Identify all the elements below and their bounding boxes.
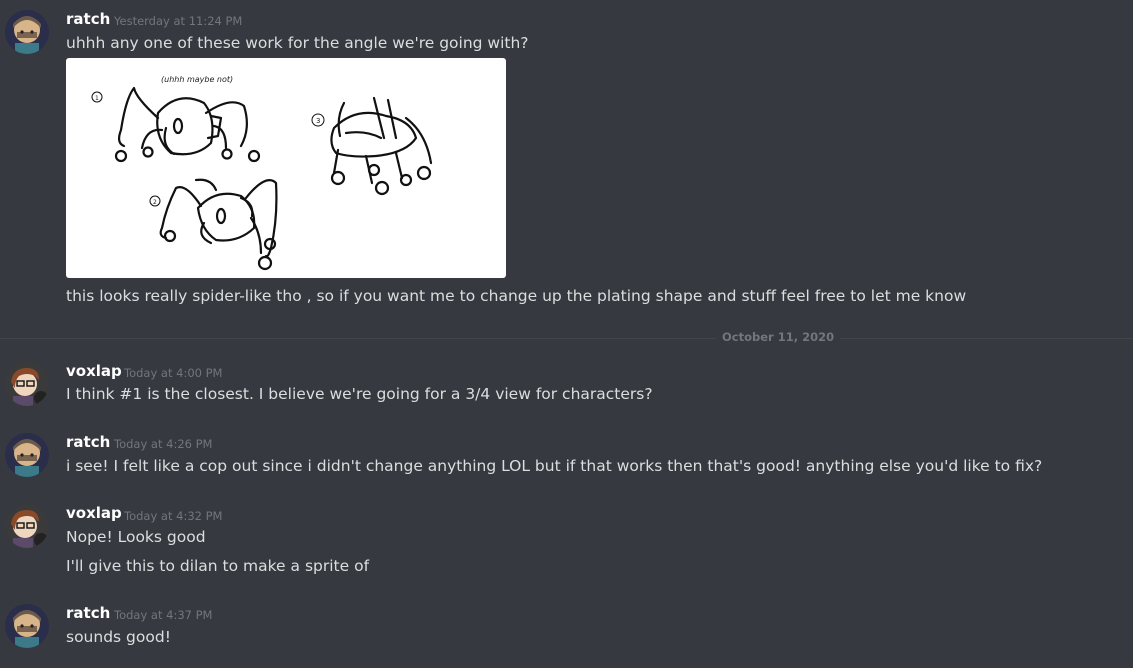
sketch-caption: (uhhh maybe not)	[161, 75, 233, 84]
date-divider-label: October 11, 2020	[716, 330, 841, 344]
sketch-label-1: 1	[95, 95, 99, 102]
message-timestamp: Today at 4:37 PM	[114, 608, 213, 622]
message-timestamp: Yesterday at 11:24 PM	[114, 14, 243, 28]
username[interactable]: voxlap	[66, 504, 122, 522]
username[interactable]: ratch	[66, 433, 110, 451]
image-attachment[interactable]: (uhhh maybe not) 1 2 3	[66, 58, 506, 278]
avatar-ratch-icon[interactable]	[5, 433, 49, 477]
message-text: I think #1 is the closest. I believe we'…	[66, 385, 653, 403]
message-text: sounds good!	[66, 628, 171, 646]
username[interactable]: voxlap	[66, 362, 122, 380]
message-text: i see! I felt like a cop out since i did…	[66, 457, 1043, 475]
avatar-ratch-icon[interactable]	[5, 10, 49, 54]
message-text: this looks really spider-like tho , so i…	[66, 287, 967, 305]
date-divider-line	[0, 338, 1133, 339]
username[interactable]: ratch	[66, 604, 110, 622]
message-text: uhhh any one of these work for the angle…	[66, 34, 529, 52]
sketch-label-2: 2	[153, 199, 157, 206]
avatar-ratch-icon[interactable]	[5, 604, 49, 648]
sketch-label-3: 3	[316, 117, 320, 125]
message-timestamp: Today at 4:26 PM	[114, 437, 213, 451]
avatar-voxlap-icon[interactable]	[5, 504, 49, 548]
message-timestamp: Today at 4:32 PM	[124, 509, 223, 523]
message-text: I'll give this to dilan to make a sprite…	[66, 557, 370, 575]
username[interactable]: ratch	[66, 10, 110, 28]
avatar-voxlap-icon[interactable]	[5, 362, 49, 406]
sketch-drawing: (uhhh maybe not) 1 2 3	[91, 75, 433, 271]
message-timestamp: Today at 4:00 PM	[124, 366, 223, 380]
message-text: Nope! Looks good	[66, 528, 206, 546]
